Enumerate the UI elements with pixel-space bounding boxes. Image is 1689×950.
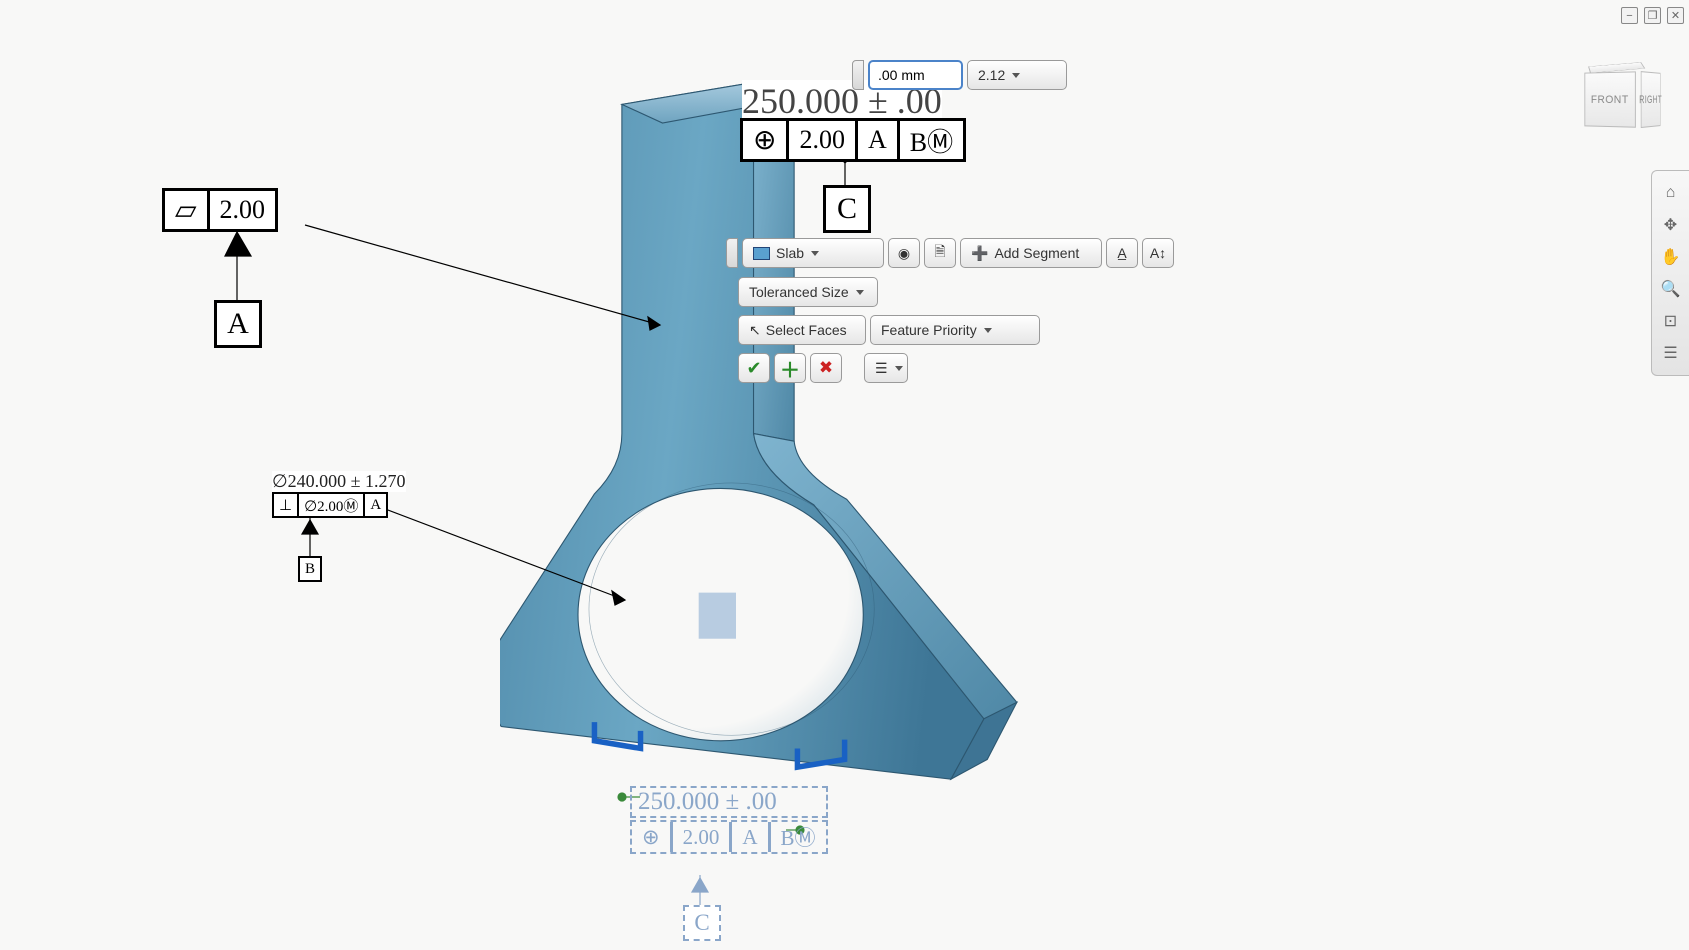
priority-dropdown[interactable]: Feature Priority — [870, 315, 1040, 345]
view-cube[interactable]: FRONT RIGHT — [1582, 62, 1672, 134]
flatness-fcf[interactable]: ▱ 2.00 — [162, 188, 278, 232]
datum-b[interactable]: B — [298, 556, 322, 582]
pan-button[interactable]: ✋ — [1652, 241, 1689, 273]
toggle-2-button[interactable]: 🗎 — [924, 238, 956, 268]
datum-a[interactable]: A — [214, 300, 262, 348]
ghost-db: BⓂ — [771, 822, 826, 852]
add-segment-button[interactable]: ➕ Add Segment — [960, 238, 1102, 268]
cube-right[interactable]: RIGHT — [1641, 71, 1661, 128]
select-faces-button[interactable]: ↖ Select Faces — [738, 315, 866, 345]
ghost-tol: 2.00 — [673, 822, 733, 852]
list-icon: ☰ — [875, 360, 888, 377]
orbit-button[interactable]: ✥ — [1652, 209, 1689, 241]
ghost-dimension: 250.000 ± .00 — [630, 786, 828, 818]
text-icon: A̲ — [1117, 245, 1126, 261]
fcf-datum-a: A — [858, 121, 900, 159]
flatness-symbol: ▱ — [165, 191, 210, 229]
grip-icon[interactable] — [726, 238, 738, 268]
perp-datum: A — [365, 494, 386, 516]
toggle-1-button[interactable]: ◉ — [888, 238, 920, 268]
ghost-annotation[interactable]: 250.000 ± .00 ⊕ 2.00 A BⓂ — [630, 786, 828, 854]
minimize-button[interactable]: − — [1621, 7, 1638, 24]
text-style-button[interactable]: A̲ — [1106, 238, 1138, 268]
tolerance-input[interactable] — [868, 60, 963, 90]
text-opts-icon: A↕ — [1150, 245, 1166, 261]
flatness-tolerance: 2.00 — [210, 191, 276, 229]
properties-button[interactable]: ☰ — [864, 353, 908, 383]
ghost-symbol: ⊕ — [632, 822, 673, 852]
selection-toolbar: ↖ Select Faces Feature Priority — [738, 315, 1040, 345]
add-segment-icon: ➕ — [971, 245, 988, 262]
ghost-datum-c[interactable]: C — [683, 905, 721, 941]
cancel-button[interactable]: ✖ — [810, 353, 842, 383]
sheet-icon: 🗎 — [934, 241, 945, 265]
cursor-icon: ↖ — [749, 322, 761, 339]
confirm-toolbar: ✔ ＋ ✖ ☰ — [738, 353, 908, 383]
zoom-button[interactable]: 🔍 — [1652, 273, 1689, 305]
tolerance-type-dropdown[interactable]: Toleranced Size — [738, 277, 878, 307]
nav-options-button[interactable]: ☰ — [1652, 337, 1689, 369]
perpendicularity-fcf[interactable]: ⊥ ∅2.00Ⓜ A — [272, 492, 388, 518]
slab-icon — [753, 247, 770, 260]
x-icon: ✖ — [819, 358, 833, 378]
precision-dropdown[interactable]: 2.12 — [967, 60, 1067, 90]
text-options-button[interactable]: A↕ — [1142, 238, 1174, 268]
home-button[interactable]: ⌂ — [1652, 177, 1689, 209]
perp-symbol: ⊥ — [274, 494, 299, 516]
ghost-da: A — [732, 822, 770, 852]
window-controls: − ❐ ✕ — [1621, 7, 1684, 24]
add-button[interactable]: ＋ — [774, 353, 806, 383]
position-symbol: ⊕ — [743, 121, 789, 159]
fcf-datum-b: BⓂ — [900, 121, 963, 159]
restore-button[interactable]: ❐ — [1644, 7, 1661, 24]
close-button[interactable]: ✕ — [1667, 7, 1684, 24]
cube-front[interactable]: FRONT — [1584, 71, 1635, 127]
tolerance-toolbar: Toleranced Size — [738, 277, 878, 307]
fit-button[interactable]: ⊡ — [1652, 305, 1689, 337]
ok-button[interactable]: ✔ — [738, 353, 770, 383]
dimension-input-bar: 2.12 — [852, 60, 1067, 90]
model-view[interactable] — [500, 55, 1040, 845]
feature-type-dropdown[interactable]: Slab — [742, 238, 884, 268]
plus-icon: ＋ — [780, 354, 800, 383]
datum-c[interactable]: C — [823, 185, 871, 233]
fcf-tolerance: 2.00 — [789, 121, 858, 159]
check-icon: ✔ — [746, 358, 761, 379]
perp-tolerance: ∅2.00Ⓜ — [299, 494, 365, 516]
grip-icon[interactable] — [852, 60, 864, 90]
check-icon: ◉ — [898, 245, 910, 262]
feature-toolbar: Slab ◉ 🗎 ➕ Add Segment A̲ A↕ — [726, 238, 1174, 268]
hole-dimension: ∅240.000 ± 1.270 — [272, 471, 406, 492]
position-fcf[interactable]: ⊕ 2.00 A BⓂ — [740, 118, 966, 162]
navigation-bar: ⌂ ✥ ✋ 🔍 ⊡ ☰ — [1651, 170, 1689, 376]
